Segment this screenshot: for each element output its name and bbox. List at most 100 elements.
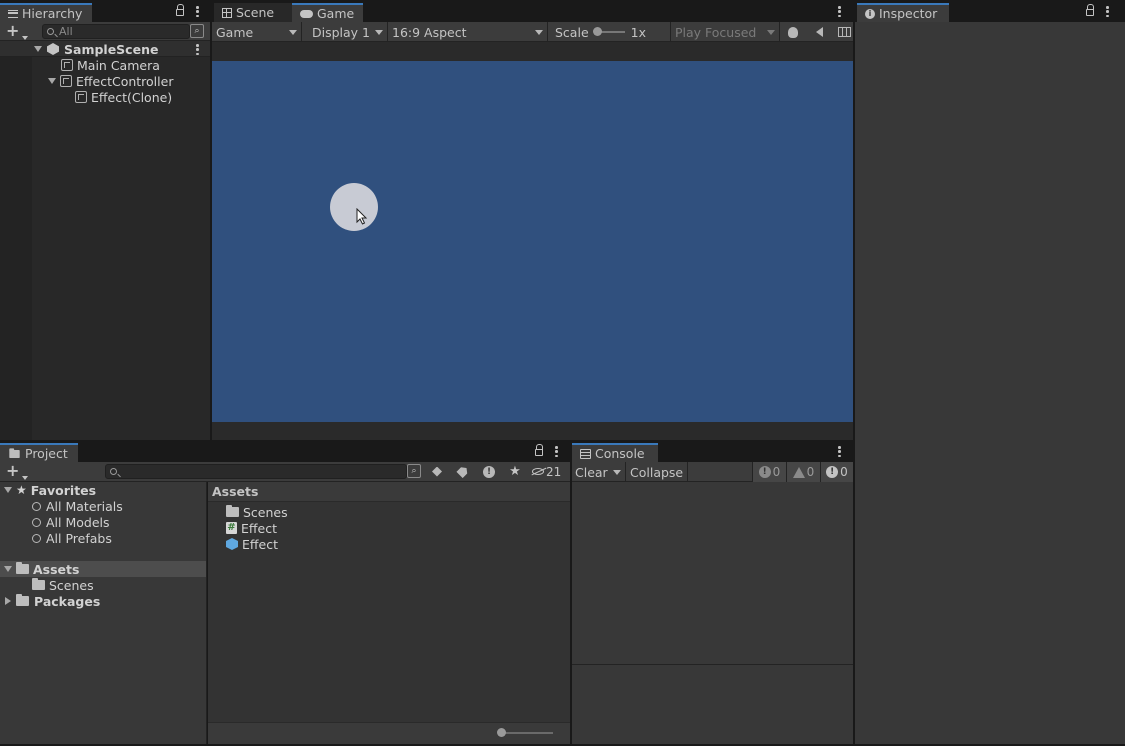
expand-arrow-icon[interactable]	[4, 566, 12, 572]
view-mode-label: Game	[216, 24, 254, 40]
scale-slider-handle[interactable]	[592, 27, 602, 36]
console-log-area[interactable]	[572, 482, 853, 664]
warning-filter-icon[interactable]: !	[480, 463, 498, 480]
asset-item-effect-prefab[interactable]: Effect	[226, 536, 278, 552]
aspect-label: 16:9 Aspect	[392, 24, 467, 40]
tab-hierarchy[interactable]: Hierarchy	[0, 3, 92, 22]
chevron-down-icon	[289, 30, 297, 35]
scale-slider[interactable]	[592, 27, 625, 36]
breadcrumb[interactable]: Assets	[212, 484, 258, 499]
console-info-toggle[interactable]: ! 0	[752, 462, 786, 482]
hierarchy-menu-icon[interactable]	[196, 6, 199, 17]
project-lock-icon[interactable]	[535, 444, 543, 456]
project-menu-icon[interactable]	[555, 446, 558, 457]
aspect-dropdown[interactable]: 16:9 Aspect	[388, 22, 548, 42]
tab-inspector[interactable]: i Inspector	[857, 3, 949, 22]
filter-by-type-icon[interactable]	[428, 463, 446, 480]
inspector-panel	[855, 22, 1125, 744]
expand-arrow-icon[interactable]	[4, 487, 12, 493]
search-icon	[32, 533, 41, 543]
icon-size-slider-handle[interactable]	[497, 728, 506, 737]
project-search-input[interactable]	[105, 464, 407, 479]
tab-scene-label: Scene	[236, 5, 275, 20]
console-warning-toggle[interactable]: 0	[786, 462, 820, 482]
hierarchy-item-effect-clone[interactable]: Effect(Clone)	[75, 89, 172, 105]
tab-console[interactable]: Console	[572, 443, 658, 462]
hidden-count: 21	[546, 464, 562, 479]
hierarchy-gutter	[0, 41, 32, 440]
favorite-item-label: All Materials	[46, 498, 123, 514]
hierarchy-search-input[interactable]: All	[42, 24, 190, 39]
display-label: Display 1	[312, 24, 371, 40]
console-collapse-button[interactable]: Collapse	[626, 462, 688, 482]
icon-size-slider[interactable]	[497, 728, 553, 737]
favorites-row[interactable]: ★ Favorites	[4, 482, 96, 498]
favorite-item-all-materials[interactable]: All Materials	[32, 498, 123, 514]
expand-arrow-icon[interactable]	[48, 78, 56, 84]
scene-row[interactable]: SampleScene	[34, 41, 158, 57]
hierarchy-item-effect-controller[interactable]: EffectController	[48, 73, 173, 89]
console-icon	[580, 448, 591, 459]
favorite-item-all-prefabs[interactable]: All Prefabs	[32, 530, 112, 546]
asset-item-scenes[interactable]: Scenes	[226, 504, 288, 520]
center-menu-icon[interactable]	[838, 6, 841, 17]
csharp-script-icon: #	[226, 522, 237, 534]
hierarchy-item-label: EffectController	[76, 73, 174, 89]
expand-arrow-icon[interactable]	[34, 46, 42, 52]
game-view[interactable]	[212, 61, 853, 422]
search-icon	[32, 501, 41, 511]
scale-label: Scale	[555, 24, 589, 40]
hierarchy-item-label: Main Camera	[77, 57, 160, 73]
search-icon	[47, 28, 54, 35]
tab-scene[interactable]: Scene	[214, 3, 292, 22]
hidden-packages-toggle[interactable]: 21	[531, 463, 568, 480]
folder-icon	[9, 447, 20, 458]
play-mode-dropdown[interactable]: Play Focused	[670, 22, 780, 42]
project-add-icon[interactable]: +	[6, 463, 19, 479]
view-mode-dropdown[interactable]: Game	[212, 22, 302, 42]
expand-arrow-icon[interactable]	[5, 597, 11, 605]
scale-control: Scale 1x	[555, 22, 665, 42]
tree-item-packages[interactable]: Packages	[5, 593, 100, 609]
hierarchy-lock-icon[interactable]	[176, 4, 184, 16]
asset-item-effect-script[interactable]: # Effect	[226, 520, 277, 536]
unity-scene-icon	[47, 43, 59, 55]
scene-menu-icon[interactable]	[196, 44, 199, 55]
stats-grid-icon[interactable]	[836, 25, 852, 39]
favorite-item-all-models[interactable]: All Models	[32, 514, 110, 530]
tree-item-assets[interactable]: Assets	[4, 561, 79, 577]
info-icon: !	[758, 466, 771, 478]
project-content-header: Assets	[208, 482, 570, 502]
search-by-type-icon[interactable]: ⌕	[407, 464, 421, 478]
hierarchy-item-main-camera[interactable]: Main Camera	[61, 57, 160, 73]
scale-value: 1x	[630, 24, 646, 40]
bug-icon[interactable]	[784, 24, 802, 40]
warning-count: 0	[806, 465, 815, 479]
display-dropdown[interactable]: Display 1	[308, 22, 388, 42]
console-menu-icon[interactable]	[838, 446, 841, 457]
console-clear-button[interactable]: Clear	[572, 462, 626, 482]
console-error-toggle[interactable]: ! 0	[820, 462, 853, 482]
favorite-item-label: All Models	[46, 514, 110, 530]
effect-circle	[330, 183, 378, 231]
hierarchy-add-icon[interactable]: +	[6, 23, 19, 39]
scene-name: SampleScene	[64, 41, 159, 57]
inspector-lock-icon[interactable]	[1086, 4, 1094, 16]
console-detail-area[interactable]	[572, 665, 853, 744]
tab-project[interactable]: Project	[0, 443, 78, 462]
tab-inspector-label: Inspector	[879, 6, 938, 21]
chevron-down-icon[interactable]	[613, 470, 621, 475]
mouse-cursor-icon	[356, 207, 368, 226]
inspector-menu-icon[interactable]	[1106, 6, 1109, 17]
tab-game[interactable]: Game	[292, 3, 363, 22]
asset-item-label: Effect	[241, 520, 277, 536]
gameobject-icon	[61, 59, 73, 71]
tab-project-label: Project	[25, 446, 68, 461]
tree-item-scenes[interactable]: Scenes	[32, 577, 94, 593]
hierarchy-search-by-type-icon[interactable]: ⌕	[190, 24, 204, 38]
search-icon	[32, 517, 41, 527]
star-icon[interactable]: ★	[506, 463, 524, 480]
speaker-icon[interactable]	[810, 24, 828, 40]
project-add-dropdown-icon[interactable]	[22, 469, 28, 483]
filter-by-label-icon[interactable]	[454, 463, 472, 480]
